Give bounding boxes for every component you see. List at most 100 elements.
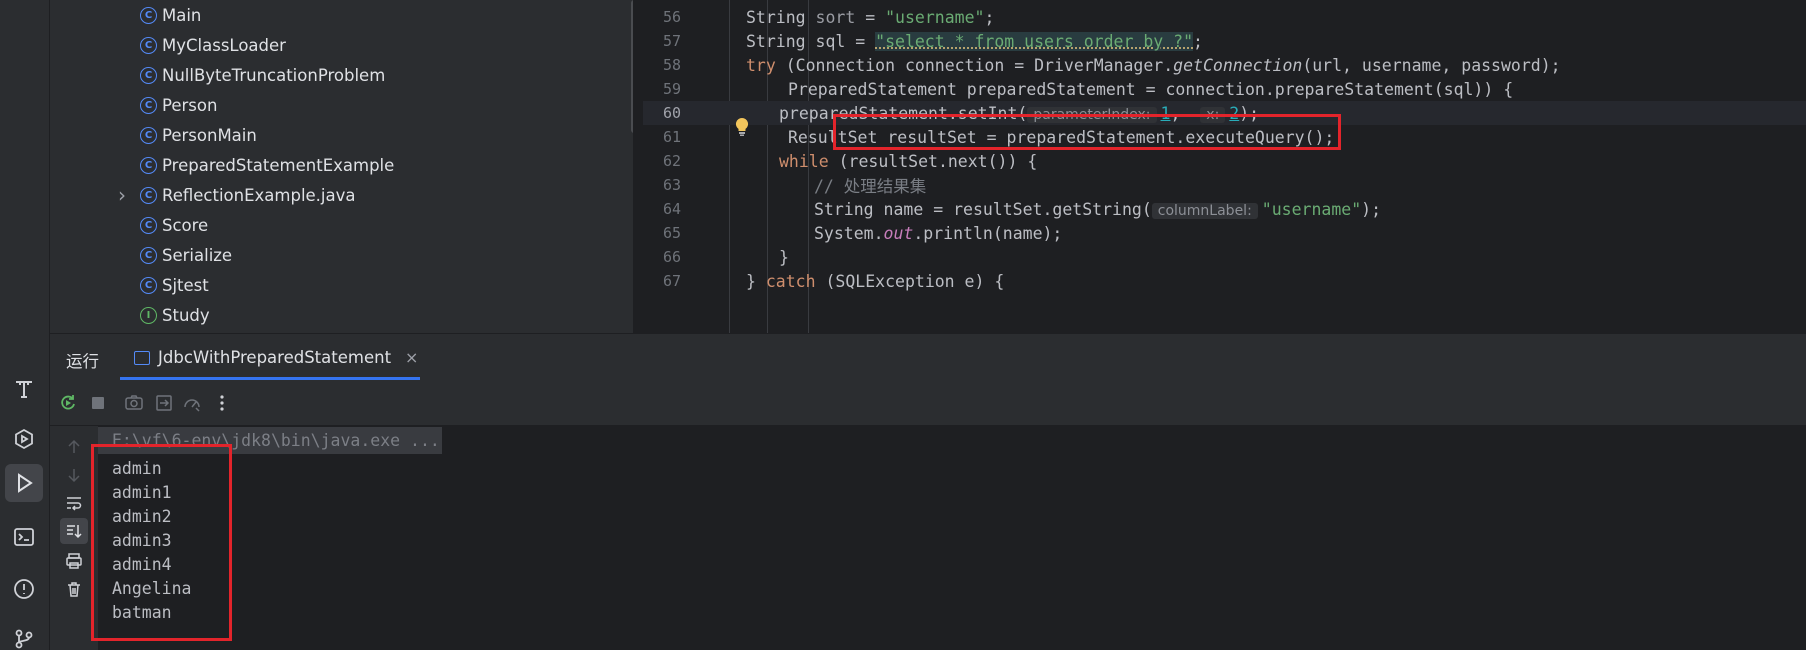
- tree-item-label: NullByteTruncationProblem: [162, 65, 386, 85]
- run-tool-window-header: 运行 JdbcWithPreparedStatement ×: [50, 333, 1806, 380]
- code-token: System.: [814, 223, 884, 243]
- arrow-up-icon[interactable]: [60, 434, 88, 460]
- code-line[interactable]: 57 String sql = "select * from users orde…: [643, 29, 1806, 53]
- code-token: String name = resultSet.getString(: [814, 199, 1152, 219]
- tree-item[interactable]: C Person: [140, 90, 217, 120]
- code-line[interactable]: 59 PreparedStatement preparedStatement = …: [643, 77, 1806, 101]
- lightbulb-icon[interactable]: [734, 117, 750, 137]
- code-token: =: [855, 7, 886, 27]
- annotation-box-output: [91, 444, 232, 641]
- text-tool-icon[interactable]: [5, 370, 43, 408]
- line-number: 58: [662, 56, 681, 74]
- code-line[interactable]: 65 System.out.println(name);: [643, 221, 1806, 245]
- method-token: getConnection: [1173, 55, 1303, 75]
- tree-item[interactable]: C Main: [140, 0, 201, 30]
- console-tab-icon: [134, 350, 150, 365]
- class-icon: C: [140, 6, 157, 24]
- services-icon[interactable]: [5, 420, 43, 458]
- tab-label: JdbcWithPreparedStatement: [158, 348, 392, 367]
- tree-item-label: Main: [162, 5, 202, 25]
- tree-item-label: PersonMain: [162, 125, 257, 145]
- code-token: (url, username, password);: [1302, 55, 1561, 75]
- tree-item[interactable]: C PersonMain: [140, 120, 257, 150]
- code-line[interactable]: 62 while (resultSet.next()) {: [643, 149, 1806, 173]
- tab-jdbc-with-prepared-statement[interactable]: JdbcWithPreparedStatement ×: [120, 334, 420, 381]
- arrow-down-icon[interactable]: [60, 462, 88, 488]
- print-icon[interactable]: [60, 548, 88, 574]
- class-icon: C: [140, 186, 157, 204]
- code-token: );: [1361, 199, 1382, 219]
- run-toolbar: [50, 380, 1806, 426]
- keyword-token: try: [746, 55, 776, 75]
- console-output[interactable]: E:\vf\6-env\jdk8\bin\java.exe ... admin a…: [98, 426, 1806, 650]
- tree-item-label: Study: [162, 305, 210, 325]
- project-tree: C Main C MyClassLoader C NullByteTruncationPr…: [50, 0, 633, 333]
- camera-icon[interactable]: [121, 390, 147, 416]
- tree-item-label: Sjtest: [162, 275, 209, 295]
- class-icon: C: [140, 246, 157, 264]
- code-line[interactable]: 58 try (Connection connection = DriverMan…: [643, 53, 1806, 77]
- terminal-icon[interactable]: [5, 518, 43, 556]
- code-token: (resultSet.next()) {: [828, 151, 1038, 171]
- class-icon: C: [140, 36, 157, 54]
- class-icon: C: [140, 96, 157, 114]
- code-text: }: [779, 248, 789, 267]
- comment-token: // 处理结果集: [814, 177, 927, 196]
- variable-token: sort: [815, 7, 856, 27]
- line-number: 59: [662, 80, 681, 98]
- code-line[interactable]: 56 String sort = "username";: [643, 5, 1806, 29]
- keyword-token: catch: [765, 271, 816, 291]
- dashboard-icon[interactable]: [179, 390, 205, 416]
- class-icon: C: [140, 276, 157, 294]
- class-icon: C: [140, 66, 157, 84]
- chevron-right-icon[interactable]: ›: [118, 183, 126, 207]
- line-number: 63: [662, 176, 681, 194]
- git-icon[interactable]: [5, 620, 43, 650]
- class-icon: C: [140, 126, 157, 144]
- stop-icon[interactable]: [85, 390, 111, 416]
- problems-icon[interactable]: [5, 570, 43, 608]
- close-icon[interactable]: ×: [405, 348, 418, 367]
- tree-item[interactable]: C Score: [140, 210, 208, 240]
- code-line[interactable]: 67} catch (SQLException e) {: [643, 269, 1806, 293]
- code-token: String: [746, 7, 816, 27]
- trash-icon[interactable]: [60, 576, 88, 602]
- tree-item[interactable]: C NullByteTruncationProblem: [140, 60, 385, 90]
- exit-icon[interactable]: [151, 390, 177, 416]
- string-token: "select * from users order by ?": [875, 31, 1194, 51]
- tree-item-label: Person: [162, 95, 218, 115]
- line-number: 67: [662, 272, 681, 290]
- annotation-box-setint: [833, 114, 1341, 150]
- tree-item[interactable]: I Study: [140, 300, 210, 330]
- tree-scrollbar[interactable]: [631, 0, 633, 133]
- string-token: "username": [1261, 199, 1362, 219]
- tree-item[interactable]: C Serialize: [140, 240, 232, 270]
- more-icon[interactable]: [209, 390, 235, 416]
- code-text: try (Connection connection = DriverManag…: [746, 56, 1561, 75]
- line-number: 64: [662, 200, 681, 218]
- code-line[interactable]: 66}: [643, 245, 1806, 269]
- code-editor[interactable]: 56 String sort = "username"; 57 String sql …: [643, 0, 1806, 333]
- soft-wrap-icon[interactable]: [60, 490, 88, 516]
- tree-item[interactable]: C MyClassLoader: [140, 30, 286, 60]
- tree-item[interactable]: › C ReflectionExample.java: [118, 180, 356, 210]
- code-text: String sql = "select * from users order …: [746, 31, 1203, 51]
- line-number: 61: [662, 128, 681, 146]
- code-token: ;: [1193, 31, 1203, 51]
- tree-item[interactable]: C Sjtest: [140, 270, 209, 300]
- scroll-to-end-icon[interactable]: [60, 518, 88, 544]
- code-token: (SQLException e) {: [815, 271, 1005, 291]
- rerun-icon[interactable]: [55, 390, 81, 416]
- line-number: 60: [662, 104, 681, 122]
- code-token: ;: [984, 7, 995, 27]
- keyword-token: while: [779, 151, 829, 171]
- code-line[interactable]: 64 String name = resultSet.getString(colu…: [643, 197, 1806, 221]
- code-token: String sql =: [746, 31, 876, 51]
- code-text: String sort = "username";: [746, 8, 994, 27]
- code-token: (Connection connection = DriverManager.: [775, 55, 1174, 75]
- code-line[interactable]: 63 // 处理结果集: [643, 173, 1806, 197]
- tree-item[interactable]: C PreparedStatementExample: [140, 150, 394, 180]
- activity-bar: [0, 0, 50, 650]
- parameter-hint: columnLabel:: [1151, 202, 1258, 219]
- run-icon[interactable]: [5, 464, 43, 502]
